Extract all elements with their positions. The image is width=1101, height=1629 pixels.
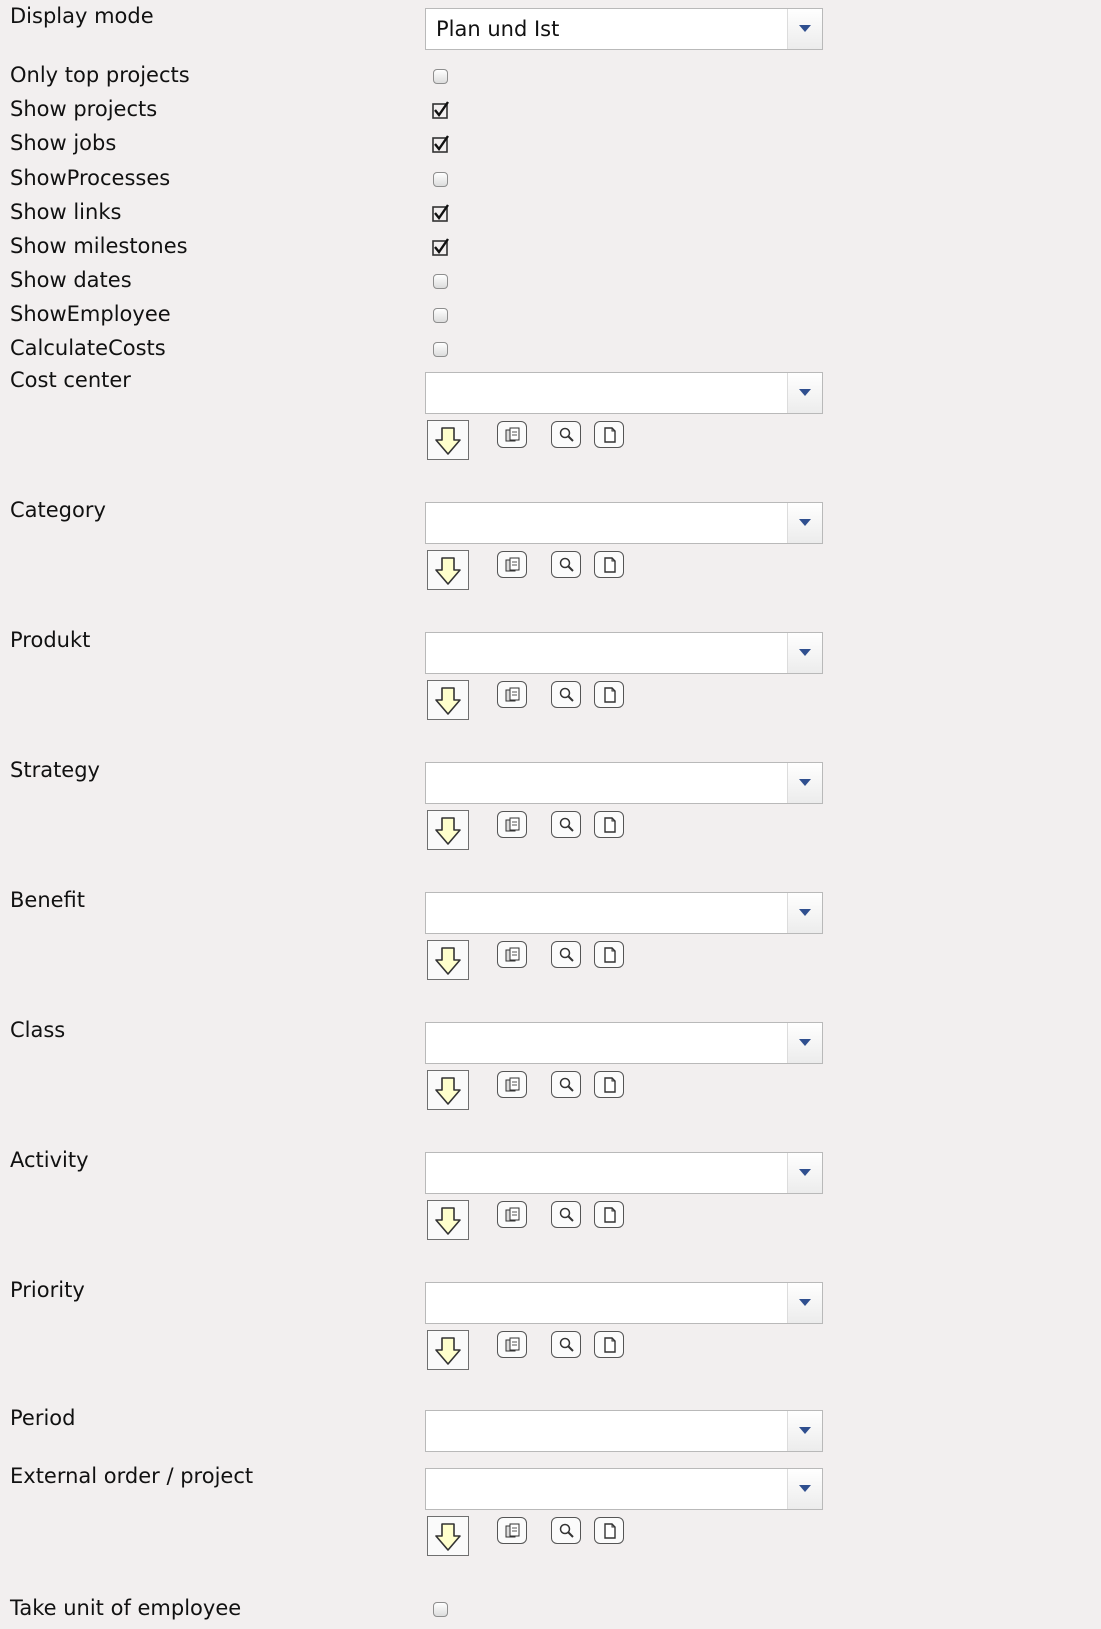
select-category[interactable] [425, 502, 823, 544]
new-document-icon[interactable] [594, 421, 624, 448]
arrow-down-icon[interactable] [427, 1516, 469, 1556]
chevron-down-icon[interactable] [787, 1023, 822, 1063]
class-toolbar [427, 1070, 627, 1114]
new-document-icon[interactable] [594, 941, 624, 968]
search-icon[interactable] [551, 681, 581, 708]
chevron-down-icon[interactable] [787, 1153, 822, 1193]
arrow-down-icon[interactable] [427, 940, 469, 980]
chevron-down-icon[interactable] [787, 9, 822, 49]
search-icon[interactable] [551, 1517, 581, 1544]
label-only-top-projects: Only top projects [10, 63, 190, 87]
search-icon[interactable] [551, 941, 581, 968]
label-showprocesses: ShowProcesses [10, 166, 171, 190]
label-benefit: Benefit [10, 888, 86, 912]
new-document-icon[interactable] [594, 551, 624, 578]
checkbox-calculatecosts[interactable] [433, 342, 448, 357]
checkbox-showprocesses[interactable] [433, 172, 448, 187]
label-show-jobs: Show jobs [10, 131, 117, 155]
search-icon[interactable] [551, 551, 581, 578]
new-document-icon[interactable] [594, 1071, 624, 1098]
new-document-icon[interactable] [594, 1517, 624, 1544]
new-document-icon[interactable] [594, 811, 624, 838]
copy-icon[interactable] [497, 1201, 527, 1228]
cost-center-toolbar [427, 420, 627, 464]
chevron-down-icon[interactable] [787, 893, 822, 933]
label-produkt: Produkt [10, 628, 91, 652]
checkbox-take-unit-of-employee[interactable] [433, 1602, 448, 1617]
label-class: Class [10, 1018, 66, 1042]
copy-icon[interactable] [497, 1071, 527, 1098]
copy-icon[interactable] [497, 421, 527, 448]
checkbox-showemployee[interactable] [433, 308, 448, 323]
copy-icon[interactable] [497, 1331, 527, 1358]
external-order-project-toolbar [427, 1516, 627, 1560]
chevron-down-icon[interactable] [787, 503, 822, 543]
chevron-down-icon[interactable] [787, 373, 822, 413]
label-calculatecosts: CalculateCosts [10, 336, 166, 360]
select-priority[interactable] [425, 1282, 823, 1324]
priority-toolbar [427, 1330, 627, 1374]
strategy-toolbar [427, 810, 627, 854]
select-cost-center[interactable] [425, 372, 823, 414]
label-show-links: Show links [10, 200, 122, 224]
label-activity: Activity [10, 1148, 89, 1172]
new-document-icon[interactable] [594, 681, 624, 708]
chevron-down-icon[interactable] [787, 763, 822, 803]
copy-icon[interactable] [497, 811, 527, 838]
copy-icon[interactable] [497, 551, 527, 578]
benefit-toolbar [427, 940, 627, 984]
chevron-down-icon[interactable] [787, 633, 822, 673]
arrow-down-icon[interactable] [427, 1070, 469, 1110]
label-cost-center: Cost center [10, 368, 131, 392]
chevron-down-icon[interactable] [787, 1283, 822, 1323]
display-mode-select-value: Plan und Ist [436, 17, 560, 41]
label-show-projects: Show projects [10, 97, 158, 121]
new-document-icon[interactable] [594, 1201, 624, 1228]
display-mode-label: Display mode [10, 4, 154, 28]
search-icon[interactable] [551, 421, 581, 448]
select-activity[interactable] [425, 1152, 823, 1194]
arrow-down-icon[interactable] [427, 1330, 469, 1370]
new-document-icon[interactable] [594, 1331, 624, 1358]
select-strategy[interactable] [425, 762, 823, 804]
checkbox-only-top-projects[interactable] [433, 69, 448, 84]
select-produkt[interactable] [425, 632, 823, 674]
label-show-dates: Show dates [10, 268, 132, 292]
label-category: Category [10, 498, 106, 522]
label-show-milestones: Show milestones [10, 234, 188, 258]
checkbox-show-jobs[interactable] [432, 135, 449, 153]
arrow-down-icon[interactable] [427, 810, 469, 850]
arrow-down-icon[interactable] [427, 550, 469, 590]
label-external-order-project: External order / project [10, 1464, 254, 1488]
produkt-toolbar [427, 680, 627, 724]
activity-toolbar [427, 1200, 627, 1244]
copy-icon[interactable] [497, 1517, 527, 1544]
select-external-order-project[interactable] [425, 1468, 823, 1510]
arrow-down-icon[interactable] [427, 680, 469, 720]
label-period: Period [10, 1406, 76, 1430]
select-benefit[interactable] [425, 892, 823, 934]
search-icon[interactable] [551, 811, 581, 838]
label-strategy: Strategy [10, 758, 100, 782]
label-priority: Priority [10, 1278, 85, 1302]
search-icon[interactable] [551, 1201, 581, 1228]
search-icon[interactable] [551, 1071, 581, 1098]
checkbox-show-dates[interactable] [433, 274, 448, 289]
label-take-unit-of-employee: Take unit of employee [10, 1596, 242, 1620]
select-period[interactable] [425, 1410, 823, 1452]
category-toolbar [427, 550, 627, 594]
copy-icon[interactable] [497, 681, 527, 708]
display-mode-select[interactable]: Plan und Ist [425, 8, 823, 50]
checkbox-show-projects[interactable] [432, 101, 449, 119]
search-icon[interactable] [551, 1331, 581, 1358]
copy-icon[interactable] [497, 941, 527, 968]
chevron-down-icon[interactable] [787, 1469, 822, 1509]
checkbox-show-milestones[interactable] [432, 238, 449, 256]
select-class[interactable] [425, 1022, 823, 1064]
checkbox-show-links[interactable] [432, 204, 449, 222]
chevron-down-icon[interactable] [787, 1411, 822, 1451]
arrow-down-icon[interactable] [427, 1200, 469, 1240]
arrow-down-icon[interactable] [427, 420, 469, 460]
label-showemployee: ShowEmployee [10, 302, 171, 326]
